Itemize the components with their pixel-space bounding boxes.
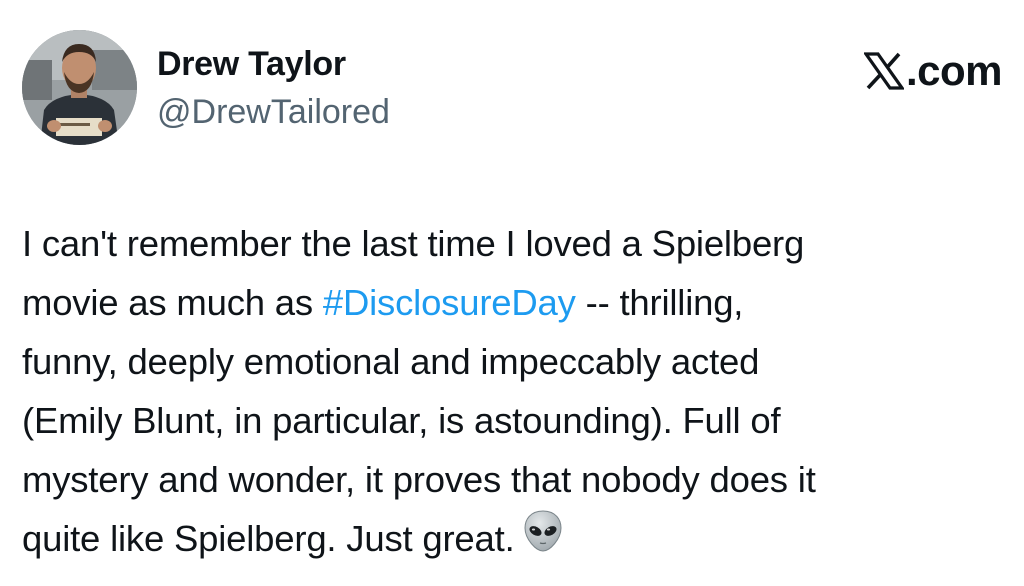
author-handle[interactable]: @DrewTailored [157, 92, 390, 132]
tweet-line: I can't remember the last time I loved a… [22, 223, 805, 264]
tweet-text: I can't remember the last time I loved a… [22, 214, 1007, 568]
tweet-card: Drew Taylor @DrewTailored .com I can't r… [0, 0, 1024, 586]
tweet-text-segment: -- thrilling, [575, 282, 744, 323]
tweet-text-segment: quite like Spielberg. Just great. [22, 518, 515, 559]
x-logo-icon [863, 52, 904, 90]
alien-icon [523, 509, 563, 570]
hashtag-link[interactable]: #DisclosureDay [323, 282, 576, 323]
tweet-line: quite like Spielberg. Just great. [22, 509, 1007, 568]
tweet-line: (Emily Blunt, in particular, is astoundi… [22, 400, 781, 441]
tweet-line: movie as much as #DisclosureDay -- thril… [22, 273, 1007, 332]
tweet-line: mystery and wonder, it proves that nobod… [22, 459, 816, 500]
tweet-line: funny, deeply emotional and impeccably a… [22, 341, 760, 382]
avatar[interactable] [22, 30, 137, 145]
site-badge: .com [863, 46, 1003, 96]
profile-photo [22, 30, 137, 145]
tweet-text-segment: movie as much as [22, 282, 323, 323]
author-name[interactable]: Drew Taylor [157, 44, 346, 84]
site-domain-text: .com [905, 47, 1003, 94]
